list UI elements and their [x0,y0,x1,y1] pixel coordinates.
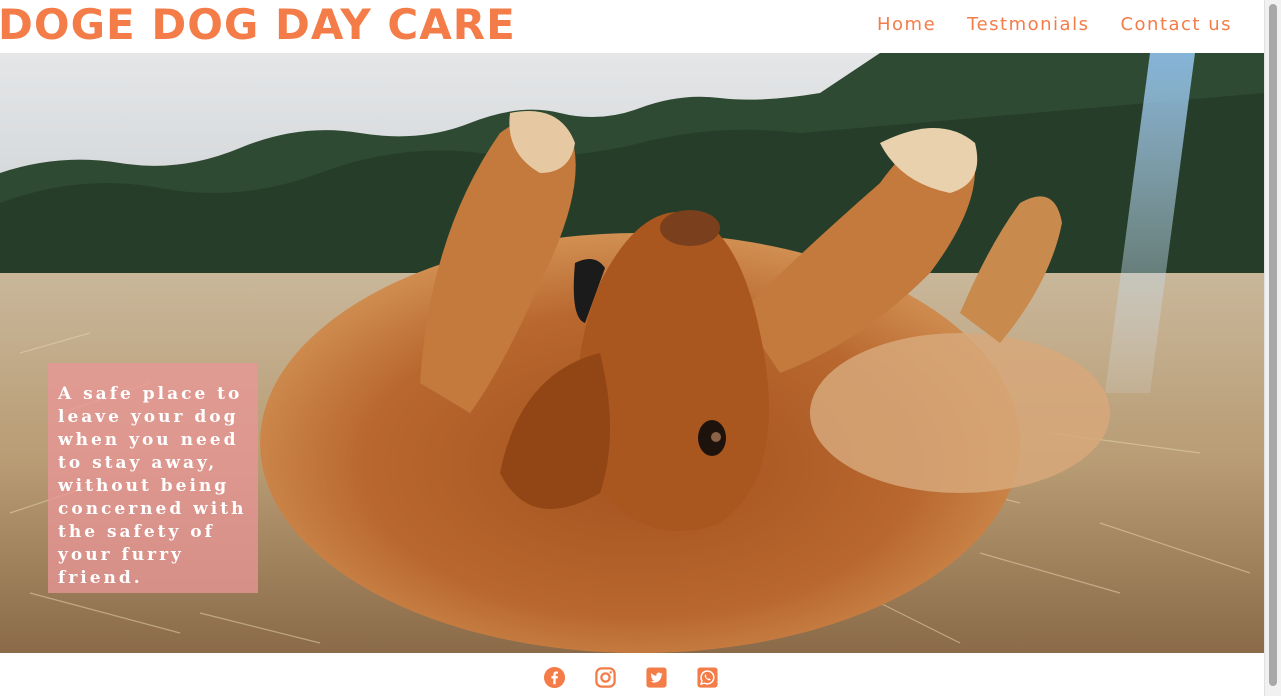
page: DOGE DOG DAY CARE Home Testmonials Conta… [0,0,1281,696]
nav-testimonials-link[interactable]: Testmonials [967,13,1089,37]
hero-section: A safe place to leave your dog when you … [0,53,1264,653]
instagram-icon[interactable] [594,666,617,689]
twitter-icon[interactable] [645,666,668,689]
facebook-icon[interactable] [543,666,566,689]
whatsapp-icon[interactable] [696,666,719,689]
site-footer [0,653,1264,696]
scrollbar-thumb[interactable] [1269,4,1277,686]
main-nav: Home Testmonials Contact us [877,13,1232,37]
nav-contact-link[interactable]: Contact us [1120,13,1232,37]
hero-tagline: A safe place to leave your dog when you … [58,384,247,588]
social-links [543,666,719,689]
tagline-box: A safe place to leave your dog when you … [48,363,258,593]
site-logo[interactable]: DOGE DOG DAY CARE [0,0,516,54]
site-header: DOGE DOG DAY CARE Home Testmonials Conta… [0,0,1264,53]
nav-home-link[interactable]: Home [877,13,936,37]
vertical-scrollbar[interactable] [1264,0,1281,696]
